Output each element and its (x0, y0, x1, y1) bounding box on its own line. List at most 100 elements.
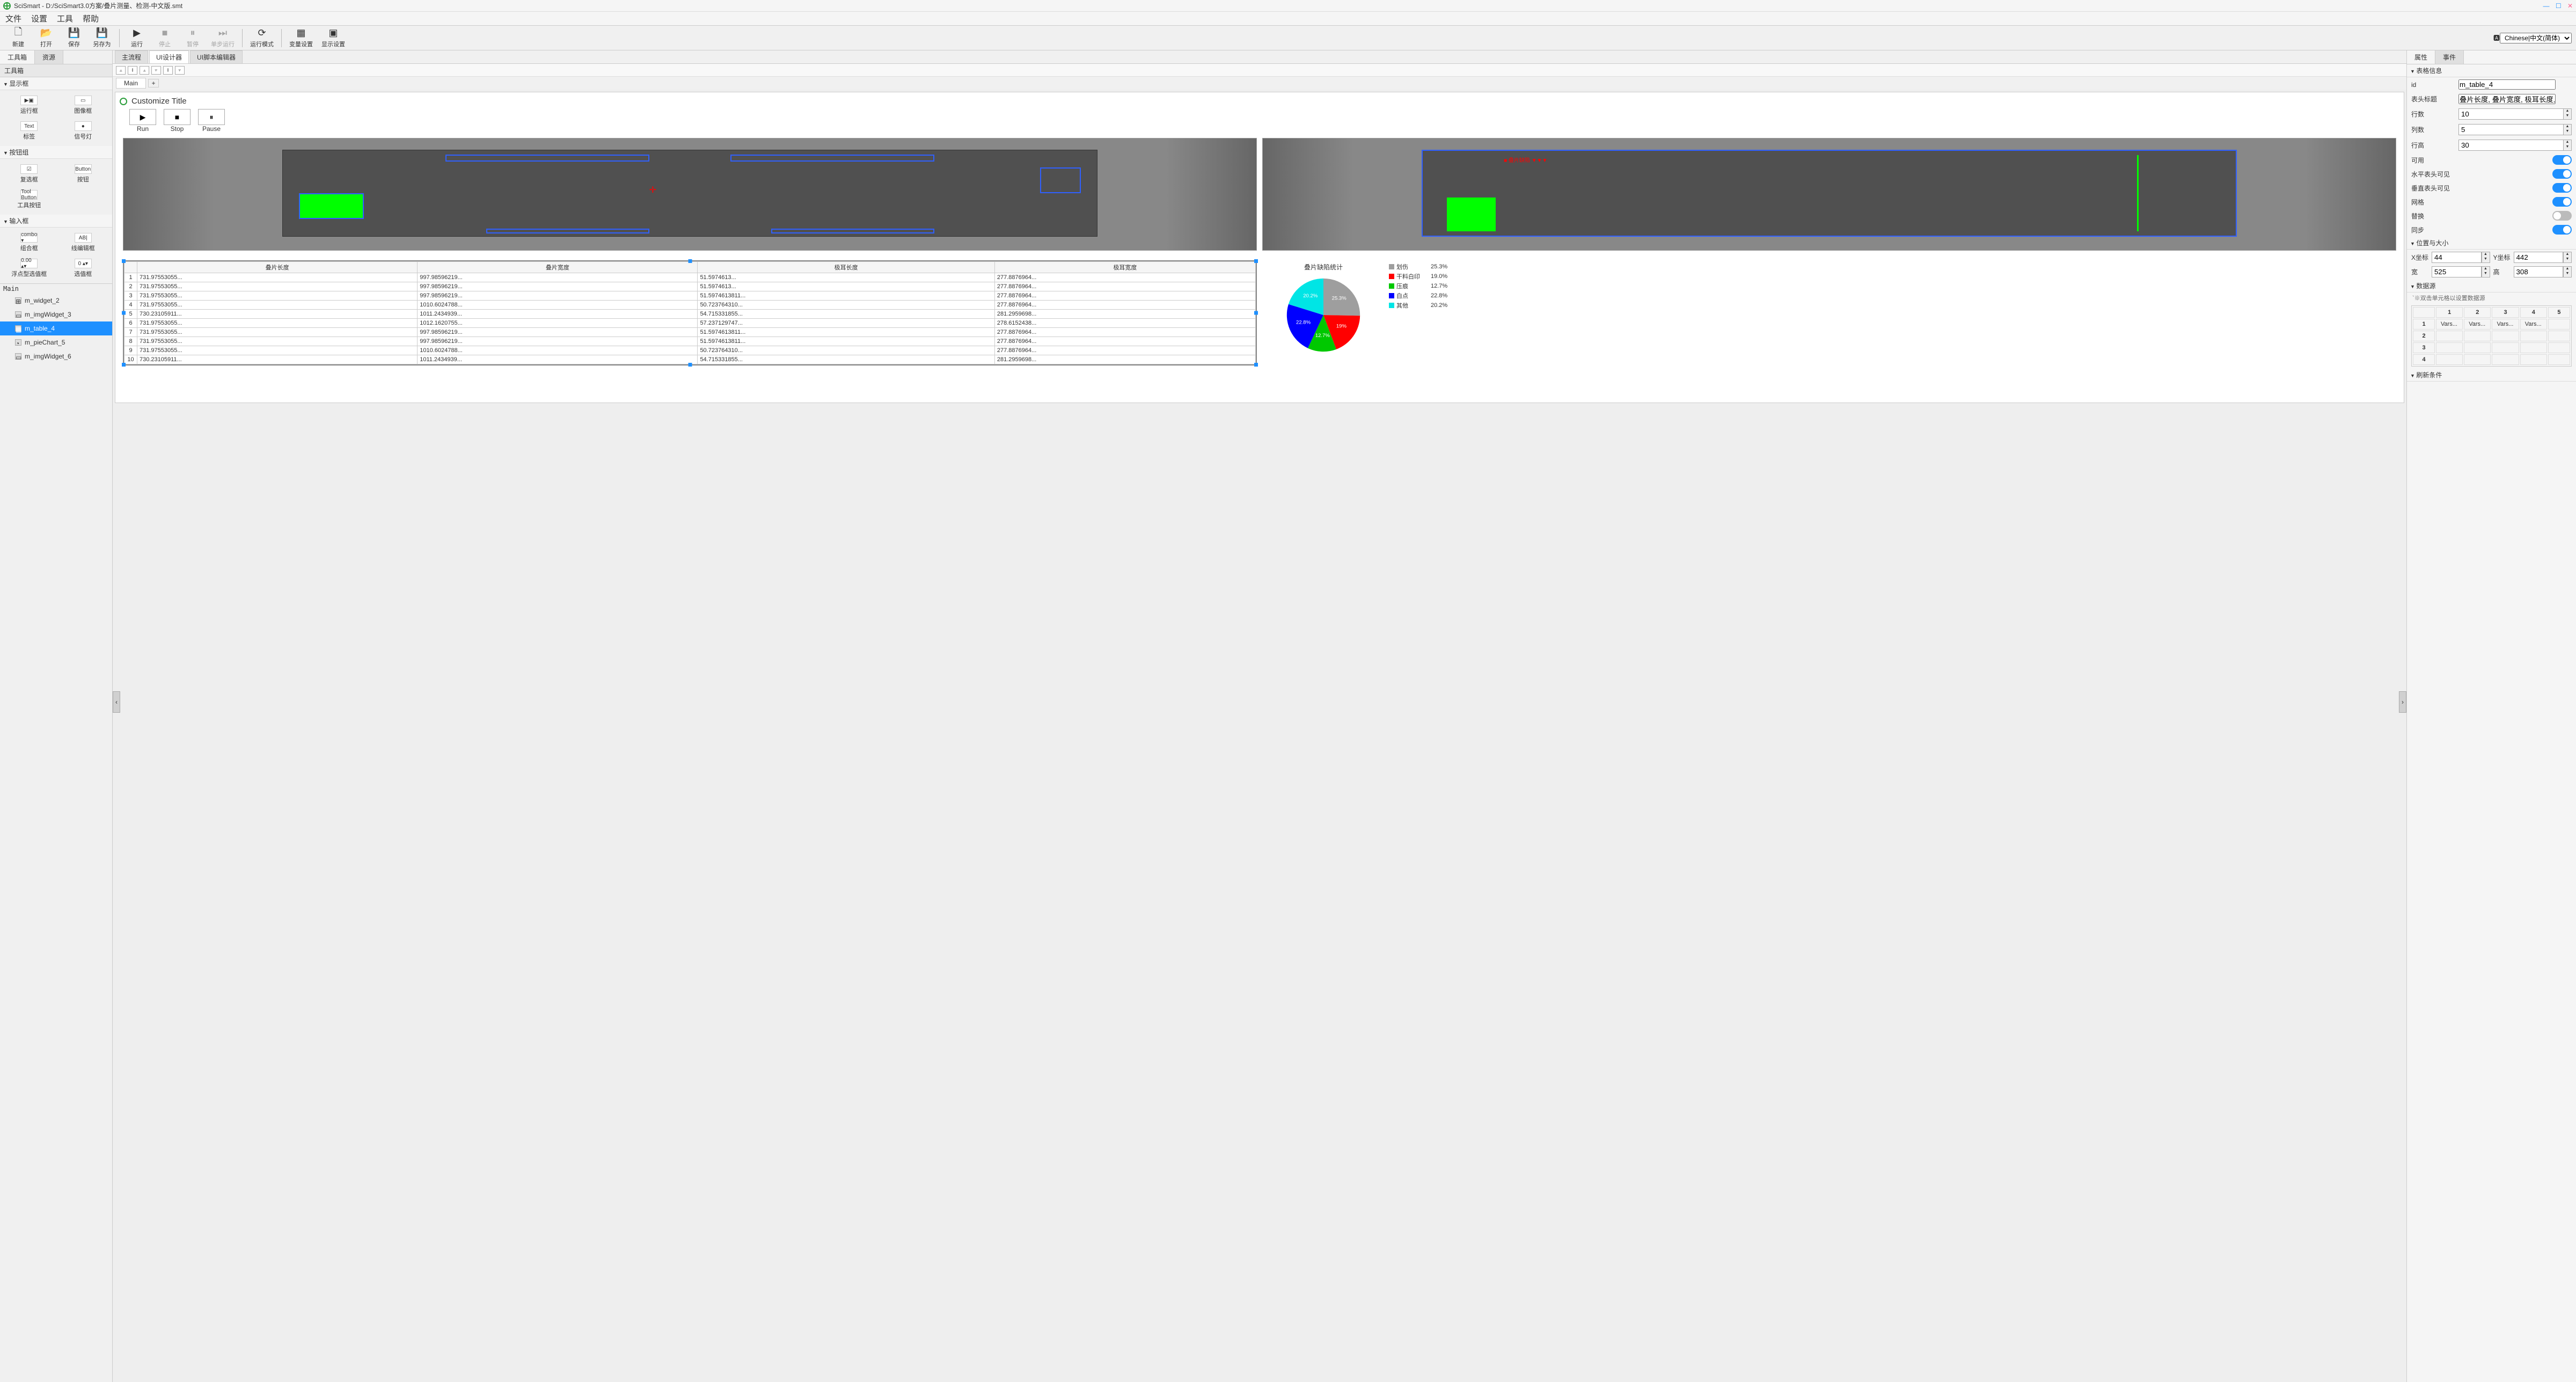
table-row[interactable]: 2731.97553055...997.98596219...51.597461… (125, 282, 1256, 291)
prop-id-input[interactable] (2458, 79, 2556, 90)
spin-down-icon[interactable]: ▼ (2564, 145, 2571, 150)
section-position[interactable]: 位置与大小 (2407, 237, 2576, 250)
center-tab-UI脚本编辑器[interactable]: UI脚本编辑器 (190, 50, 243, 63)
collapse-left-icon[interactable]: ‹ (113, 691, 120, 713)
maximize-icon[interactable]: ☐ (2556, 2, 2562, 10)
page-tab-main[interactable]: Main (116, 78, 146, 89)
center-tab-主流程[interactable]: 主流程 (115, 50, 148, 63)
toggle-可用[interactable] (2552, 155, 2572, 165)
tool-标签[interactable]: Text标签 (3, 119, 55, 143)
pie-chart-title: 叠片缺陷统计 (1264, 262, 1382, 272)
pause-button[interactable]: ⏸ (198, 109, 225, 125)
hierarchy-item-m_imgWidget_3[interactable]: ▭m_imgWidget_3 (0, 308, 112, 321)
toggle-水平表头可见[interactable] (2552, 169, 2572, 179)
toolbar-icon: 💾 (68, 28, 80, 39)
table-row[interactable]: 3731.97553055...997.98596219...51.597461… (125, 291, 1256, 301)
right-tab-属性[interactable]: 属性 (2407, 50, 2435, 64)
menu-工具[interactable]: 工具 (57, 13, 73, 24)
right-tab-事件[interactable]: 事件 (2435, 50, 2464, 64)
section-datasource[interactable]: 数据源 (2407, 280, 2576, 293)
tool-group-显示框[interactable]: 显示框 (0, 77, 112, 90)
language-dropdown[interactable]: Chinese|中文(简体) (2500, 33, 2572, 43)
left-tab-工具箱[interactable]: 工具箱 (0, 50, 35, 64)
toolbar-另存为[interactable]: 💾另存为 (92, 28, 112, 48)
legend-其他: 其他20.2% (1389, 301, 1447, 310)
section-table-info[interactable]: 表格信息 (2407, 64, 2576, 77)
prop-rowh-input[interactable] (2458, 140, 2563, 151)
tool-浮点型选值框[interactable]: 0.00 ▴▾浮点型选值框 (3, 257, 55, 280)
spin-up-icon[interactable]: ▲ (2564, 140, 2571, 145)
toolbar-保存[interactable]: 💾保存 (64, 28, 84, 48)
table-row[interactable]: 5730.23105911...1011.2434939...54.715331… (125, 310, 1256, 319)
tool-按钮[interactable]: Button按钮 (57, 162, 109, 186)
prop-rows-input[interactable] (2458, 108, 2563, 120)
spin-up-icon[interactable]: ▲ (2564, 125, 2571, 129)
table-row[interactable]: 8731.97553055...997.98596219...51.597461… (125, 337, 1256, 346)
pos-h-input[interactable] (2514, 266, 2563, 277)
left-tab-资源[interactable]: 资源 (35, 50, 63, 64)
table-row[interactable]: 1731.97553055...997.98596219...51.597461… (125, 273, 1256, 282)
prop-cols-input[interactable] (2458, 124, 2563, 135)
table-row[interactable]: 6731.97553055...1012.1620755...57.237129… (125, 319, 1256, 328)
pos-y-input[interactable] (2514, 252, 2563, 263)
hierarchy-item-m_widget_2[interactable]: ⊞m_widget_2 (0, 294, 112, 308)
tool-group-按钮组[interactable]: 按钮组 (0, 146, 112, 159)
toggle-网格[interactable] (2552, 197, 2572, 207)
hierarchy-item-m_pieChart_5[interactable]: ◔m_pieChart_5 (0, 335, 112, 349)
datasource-table[interactable]: 123451Vars...Vars...Vars...Vars...234 (2411, 305, 2572, 367)
minimize-icon[interactable]: — (2543, 2, 2549, 10)
hierarchy-root[interactable]: Main (0, 284, 112, 294)
run-button[interactable]: ▶ (129, 109, 156, 125)
tool-线编辑框[interactable]: AB|线编辑框 (57, 231, 109, 254)
close-icon[interactable]: ✕ (2567, 2, 2573, 10)
table-row[interactable]: 9731.97553055...1010.6024788...50.723764… (125, 346, 1256, 355)
table-row[interactable]: 4731.97553055...1010.6024788...50.723764… (125, 301, 1256, 310)
toolbar-新建[interactable]: 🗋新建 (9, 28, 28, 48)
toolbar-运行[interactable]: ▶运行 (127, 28, 147, 48)
align-right-icon[interactable]: ⫠ (140, 66, 149, 75)
tool-group-输入框[interactable]: 输入框 (0, 215, 112, 228)
align-bottom-icon[interactable]: ⫟ (175, 66, 185, 75)
menu-设置[interactable]: 设置 (31, 13, 47, 24)
language-selector[interactable]: 🅰 Chinese|中文(简体) (2493, 33, 2572, 43)
table-row[interactable]: 7731.97553055...997.98596219...51.597461… (125, 328, 1256, 337)
design-canvas[interactable]: Customize Title ▶Run■Stop⏸Pause ✛ (113, 90, 2406, 1382)
toggle-同步[interactable] (2552, 225, 2572, 235)
toolbar-变量设置[interactable]: ▦变量设置 (289, 28, 313, 48)
tool-组合框[interactable]: combo ▾组合框 (3, 231, 55, 254)
align-top-icon[interactable]: ⫟ (151, 66, 161, 75)
hierarchy-item-m_table_4[interactable]: ▦m_table_4 (0, 321, 112, 335)
stop-button[interactable]: ■ (164, 109, 191, 125)
spin-down-icon[interactable]: ▼ (2564, 114, 2571, 119)
tool-复选框[interactable]: ☑复选框 (3, 162, 55, 186)
pie-chart-widget[interactable]: 叠片缺陷统计 25.3%19%12.7%22.8%20.2% 划伤25.3%干料… (1262, 260, 2396, 365)
section-refresh[interactable]: 刷新条件 (2407, 369, 2576, 382)
image-widget-right[interactable]: ■ 叠片缺陷 ▼▼▼ (1262, 138, 2396, 251)
toolbar-运行模式[interactable]: ⟳运行模式 (250, 28, 274, 48)
align-center-icon[interactable]: ⫲ (128, 66, 137, 75)
pos-w-input[interactable] (2432, 266, 2481, 277)
center-tab-UI设计器[interactable]: UI设计器 (149, 50, 189, 63)
menu-帮助[interactable]: 帮助 (83, 13, 99, 24)
add-page-button[interactable]: + (148, 79, 159, 87)
tool-信号灯[interactable]: ●信号灯 (57, 119, 109, 143)
prop-header-input[interactable] (2458, 94, 2556, 104)
toolbar-显示设置[interactable]: ▣显示设置 (321, 28, 345, 48)
toggle-替换[interactable] (2552, 211, 2572, 221)
toggle-垂直表头可见[interactable] (2552, 183, 2572, 193)
tool-图像框[interactable]: ▭图像框 (57, 93, 109, 117)
image-widget-left[interactable]: ✛ (123, 138, 1257, 251)
pos-x-input[interactable] (2432, 252, 2481, 263)
toolbar-打开[interactable]: 📂打开 (36, 28, 56, 48)
hierarchy-item-m_imgWidget_6[interactable]: ▭m_imgWidget_6 (0, 349, 112, 363)
spin-up-icon[interactable]: ▲ (2564, 109, 2571, 114)
tool-选值框[interactable]: 0 ▴▾选值框 (57, 257, 109, 280)
menu-文件[interactable]: 文件 (5, 13, 21, 24)
tool-工具按钮[interactable]: Tool Button工具按钮 (3, 188, 55, 211)
tool-运行框[interactable]: ▶▣运行框 (3, 93, 55, 117)
collapse-right-icon[interactable]: › (2399, 691, 2406, 713)
table-widget[interactable]: 叠片长度叠片宽度极耳长度极耳宽度1731.97553055...997.9859… (123, 260, 1257, 365)
align-left-icon[interactable]: ⫠ (116, 66, 126, 75)
align-middle-icon[interactable]: ⫲ (163, 66, 173, 75)
spin-down-icon[interactable]: ▼ (2564, 129, 2571, 134)
